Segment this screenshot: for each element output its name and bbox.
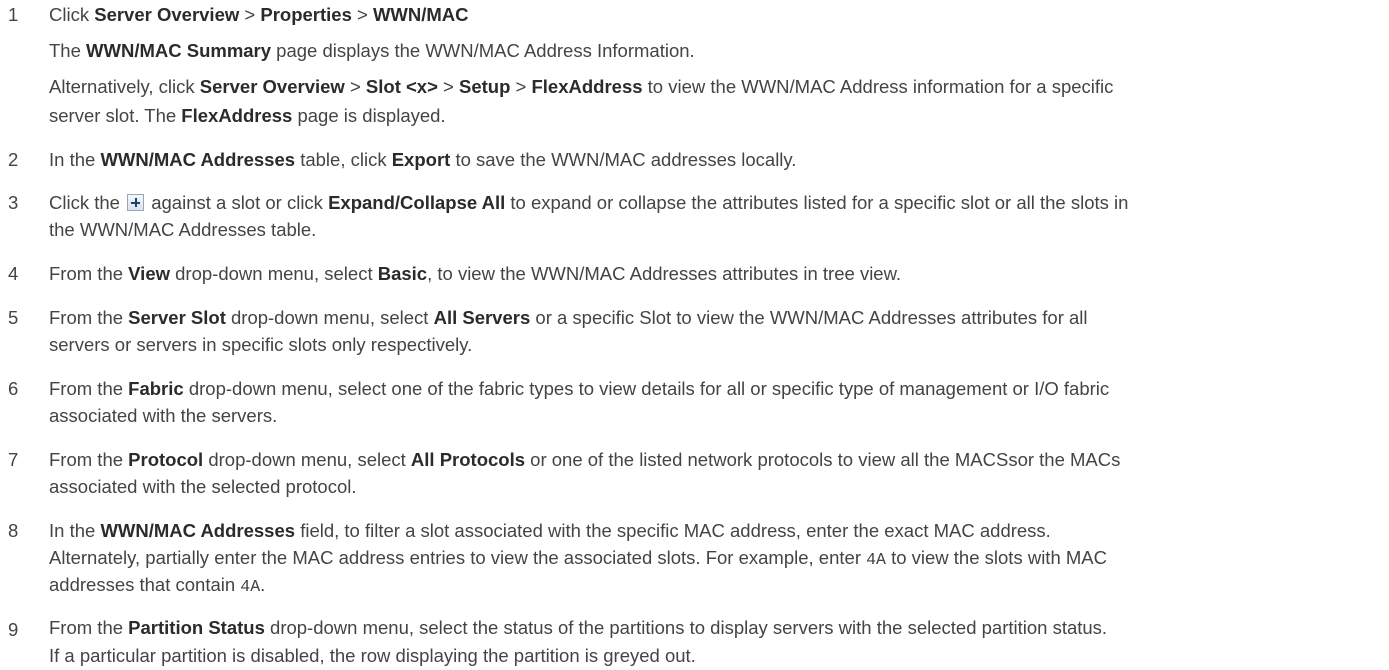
- ui-term: Fabric: [128, 378, 184, 399]
- text-run: associated with the servers.: [49, 405, 278, 426]
- text-run: From the: [49, 263, 129, 284]
- step-line: associated with the selected protocol.: [49, 473, 356, 501]
- step-line: Click Server Overview > Properties > WWN…: [49, 1, 469, 29]
- step-line: the WWN/MAC Addresses table.: [49, 216, 316, 244]
- text-run: Alternately, partially enter the MAC add…: [49, 547, 867, 568]
- ui-term: WWN/MAC Summary: [86, 40, 272, 61]
- text-run: table, click: [295, 149, 392, 170]
- text-run: In the: [49, 149, 101, 170]
- ui-term: WWN/MAC Addresses: [100, 520, 296, 541]
- step-number: 8: [8, 520, 19, 541]
- text-run: drop-down menu, select the status of the…: [264, 617, 1108, 638]
- text-run: , to view the WWN/MAC Addresses attribut…: [427, 263, 902, 284]
- ui-term: FlexAddress: [531, 76, 643, 97]
- ui-term: Slot <x>: [365, 76, 438, 97]
- step-line: server slot. The FlexAddress page is dis…: [49, 102, 446, 130]
- text-run: Click: [49, 4, 95, 25]
- step-line: Alternately, partially enter the MAC add…: [49, 544, 1107, 574]
- text-run: drop-down menu, select: [203, 449, 411, 470]
- step-line: addresses that contain 4A.: [49, 571, 265, 601]
- ui-term: All Servers: [433, 307, 531, 328]
- text-run: addresses that contain: [49, 574, 241, 595]
- text-run: Alternatively, click: [49, 76, 200, 97]
- text-run: In the: [49, 520, 101, 541]
- step-line: The WWN/MAC Summary page displays the WW…: [49, 37, 695, 65]
- text-run: From the: [49, 307, 129, 328]
- ui-term: Expand/Collapse All: [328, 192, 506, 213]
- ui-term: Properties: [260, 4, 352, 25]
- text-run: drop-down menu, select: [170, 263, 378, 284]
- step-line: From the Partition Status drop-down menu…: [49, 614, 1107, 642]
- step-line: In the WWN/MAC Addresses field, to filte…: [49, 517, 1051, 545]
- text-run: From the: [49, 617, 129, 638]
- text-run: From the: [49, 449, 129, 470]
- step-number: 3: [8, 192, 19, 213]
- text-run: >: [239, 4, 261, 25]
- code-sample: 4A: [240, 577, 261, 596]
- text-run: From the: [49, 378, 129, 399]
- ui-term: FlexAddress: [181, 105, 293, 126]
- text-run: drop-down menu, select one of the fabric…: [183, 378, 1110, 399]
- step-number: 9: [8, 619, 19, 640]
- text-run: >: [344, 76, 366, 97]
- step-line: In the WWN/MAC Addresses table, click Ex…: [49, 146, 796, 174]
- text-run: associated with the selected protocol.: [49, 476, 357, 497]
- text-run: .: [260, 574, 266, 595]
- ui-term: Server Slot: [128, 307, 226, 328]
- text-run: >: [437, 76, 459, 97]
- text-run: field, to filter a slot associated with …: [295, 520, 1051, 541]
- text-run: to save the WWN/MAC addresses locally.: [450, 149, 797, 170]
- text-run: to expand or collapse the attributes lis…: [505, 192, 1129, 213]
- ui-term: Basic: [377, 263, 428, 284]
- text-run: servers or servers in specific slots onl…: [49, 334, 473, 355]
- text-run: the WWN/MAC Addresses table.: [49, 219, 317, 240]
- step-line: From the Protocol drop-down menu, select…: [49, 446, 1120, 474]
- code-sample: 4A: [866, 550, 886, 569]
- step-line: servers or servers in specific slots onl…: [49, 331, 472, 359]
- step-line: From the Fabric drop-down menu, select o…: [49, 375, 1109, 403]
- ui-term: Partition Status: [128, 617, 265, 638]
- step-line: associated with the servers.: [49, 402, 277, 430]
- text-run: page is displayed.: [292, 105, 446, 126]
- text-run: If a particular partition is disabled, t…: [49, 645, 696, 666]
- ui-term: Setup: [459, 76, 511, 97]
- text-run: >: [510, 76, 532, 97]
- step-line: From the Server Slot drop-down menu, sel…: [49, 304, 1088, 332]
- ui-term: Export: [391, 149, 451, 170]
- text-run: page displays the WWN/MAC Address Inform…: [271, 40, 695, 61]
- text-run: Click the: [49, 192, 126, 213]
- text-run: >: [351, 4, 373, 25]
- ui-term: WWN/MAC Addresses: [100, 149, 296, 170]
- step-number: 2: [8, 149, 19, 170]
- text-run: The: [49, 40, 87, 61]
- text-run: drop-down menu, select: [225, 307, 434, 328]
- plus-icon[interactable]: [127, 194, 145, 211]
- ui-term: All Protocols: [410, 449, 526, 470]
- text-run: or a specific Slot to view the WWN/MAC A…: [530, 307, 1088, 328]
- step-number: 1: [8, 4, 19, 25]
- step-number: 6: [8, 378, 19, 399]
- step-number: 7: [8, 449, 19, 470]
- step-line: Alternatively, click Server Overview > S…: [49, 73, 1113, 101]
- ui-term: WWN/MAC: [372, 4, 469, 25]
- ui-term: View: [128, 263, 170, 284]
- step-line: If a particular partition is disabled, t…: [49, 642, 696, 670]
- ui-term: Server Overview: [199, 76, 345, 97]
- ui-term: Protocol: [128, 449, 204, 470]
- step-number: 5: [8, 307, 19, 328]
- ui-term: Server Overview: [94, 4, 240, 25]
- step-line: From the View drop-down menu, select Bas…: [49, 260, 901, 288]
- step-number: 4: [8, 263, 19, 284]
- text-run: or one of the listed network protocols t…: [525, 449, 1121, 470]
- text-run: to view the WWN/MAC Address information …: [642, 76, 1114, 97]
- text-run: against a slot or click: [146, 192, 329, 213]
- text-run: server slot. The: [49, 105, 182, 126]
- text-run: to view the slots with MAC: [885, 547, 1107, 568]
- step-line: Click the against a slot or click Expand…: [49, 189, 1128, 217]
